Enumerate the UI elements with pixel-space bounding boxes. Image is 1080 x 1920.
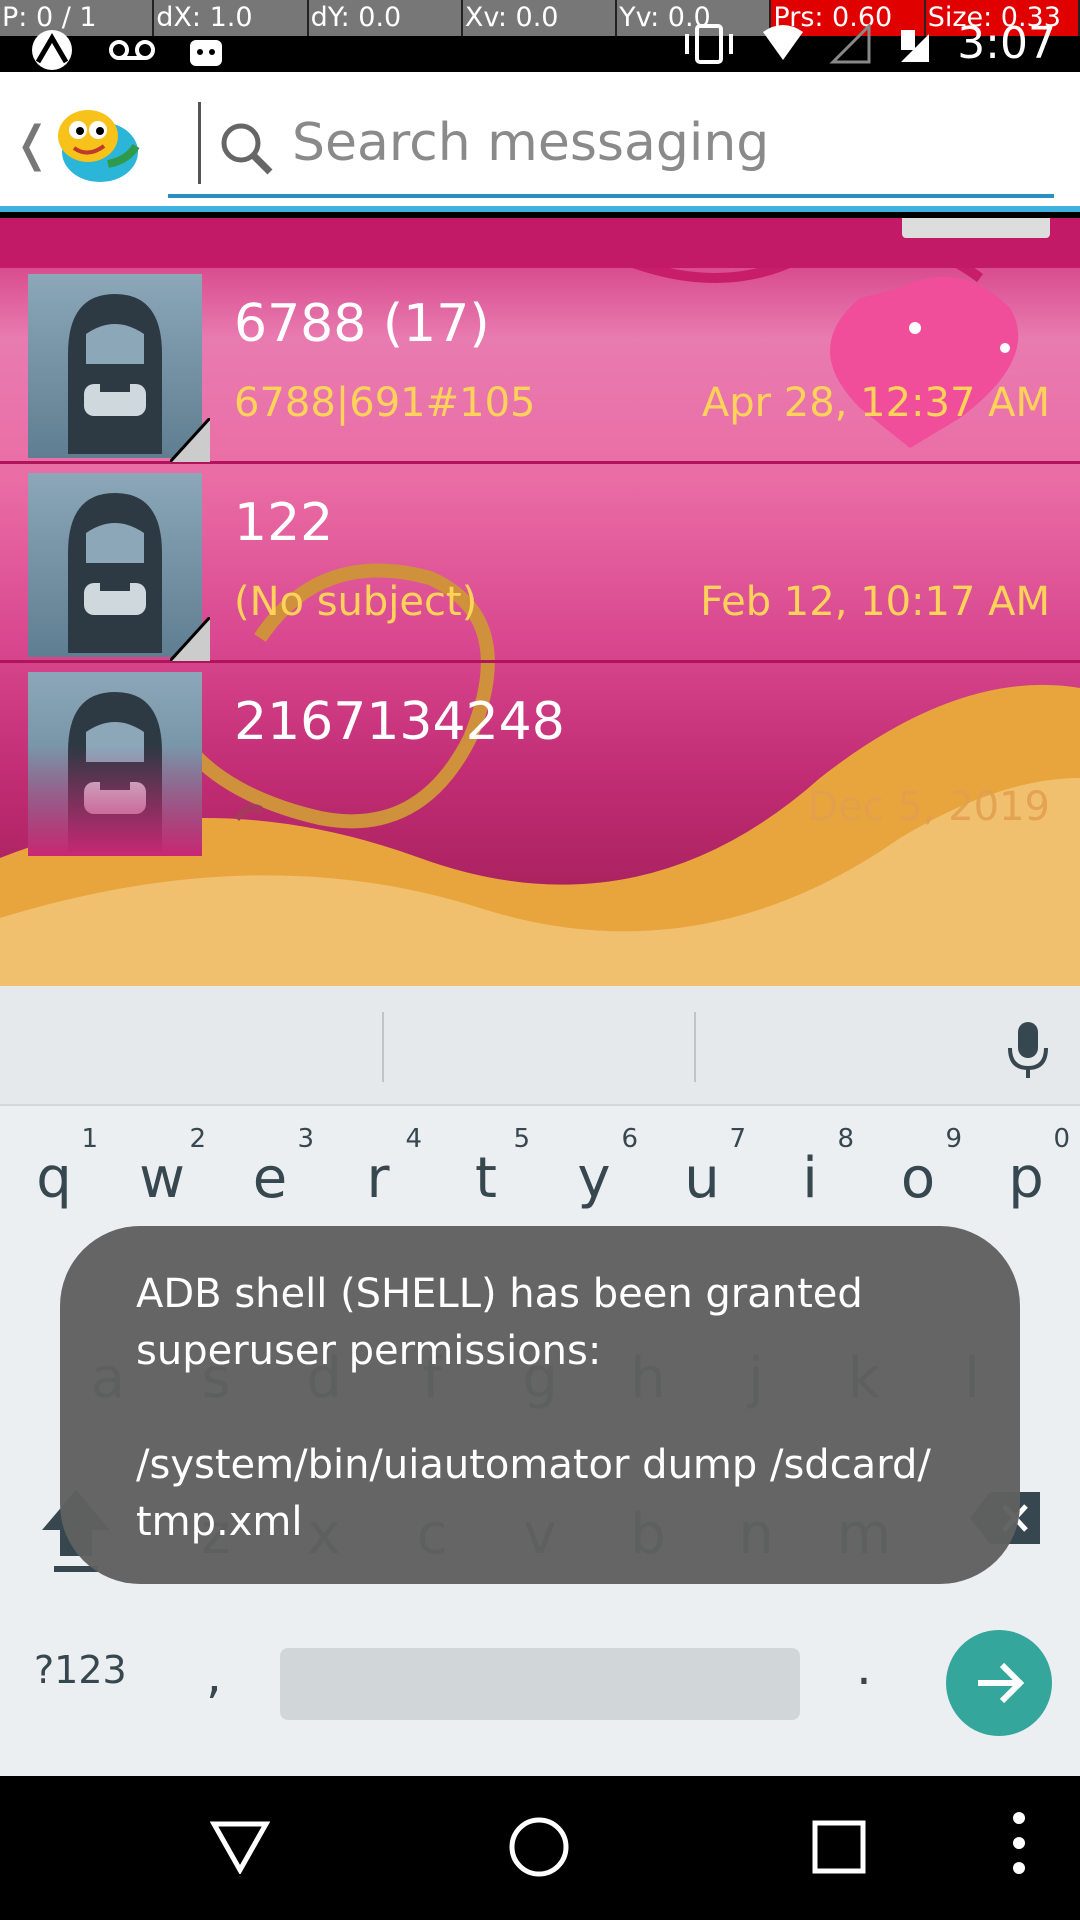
- overflow-menu-icon[interactable]: [1008, 1810, 1030, 1876]
- vibrate-icon: [685, 23, 734, 64]
- status-right-icons: 3:07: [681, 18, 1056, 69]
- conversation-list[interactable]: 6788 (17) 6788|691#105 Apr 28, 12:37 AM …: [0, 218, 1080, 986]
- avatar-corner-icon: [170, 617, 210, 661]
- suggestion-strip: [0, 986, 1080, 1106]
- key-p[interactable]: 0p: [972, 1124, 1080, 1250]
- nav-back-icon[interactable]: [210, 1818, 270, 1874]
- conversation-item[interactable]: 6788 (17) 6788|691#105 Apr 28, 12:37 AM: [0, 268, 1080, 464]
- nav-recents-icon[interactable]: [812, 1820, 866, 1874]
- app-bar: ❬: [0, 72, 1080, 212]
- symbols-key[interactable]: ?123: [34, 1648, 127, 1692]
- attachment-icon: [234, 804, 263, 821]
- toast-line: superuser permissions:: [136, 1328, 602, 1374]
- battery-icon: [901, 29, 930, 62]
- conversation-item[interactable]: 122 (No subject) Feb 12, 10:17 AM: [0, 467, 1080, 663]
- key-q[interactable]: 1q: [0, 1124, 108, 1250]
- status-left-icons: [26, 28, 226, 72]
- conversation-date: Dec 5, 2019: [807, 784, 1050, 830]
- search-input[interactable]: [292, 108, 1012, 178]
- text-cursor: [198, 102, 201, 184]
- search-bar[interactable]: [168, 102, 1054, 198]
- app-logo-icon[interactable]: [48, 94, 144, 190]
- conversation-date: Feb 12, 10:17 AM: [700, 579, 1050, 625]
- conversation-name: 122: [234, 493, 334, 553]
- arrow-right-icon: [978, 1662, 1025, 1704]
- comma-key[interactable]: ,: [206, 1646, 222, 1704]
- clock: 3:07: [957, 18, 1056, 69]
- nav-home-icon[interactable]: [508, 1816, 570, 1878]
- conversation-name: 6788 (17): [234, 294, 490, 354]
- period-key[interactable]: .: [856, 1638, 872, 1696]
- back-icon[interactable]: ❬: [12, 116, 52, 172]
- pointer-xv: Xv: 0.0: [462, 0, 618, 36]
- android-icon: [190, 40, 222, 66]
- navigation-bar: [0, 1776, 1080, 1920]
- microphone-icon[interactable]: [1006, 1020, 1050, 1080]
- toast-line: tmp.xml: [136, 1499, 303, 1545]
- toast-line: /system/bin/uiautomator dump /sdcard/: [136, 1442, 931, 1488]
- conversation-snippet: (No subject): [234, 579, 478, 625]
- pointer-dy: dY: 0.0: [308, 0, 463, 36]
- suggestion-divider: [382, 1012, 384, 1082]
- wifi-icon: [763, 24, 804, 60]
- toast-line: ADB shell (SHELL) has been granted: [136, 1271, 863, 1317]
- conversation-snippet: 6788|691#105: [234, 380, 536, 426]
- superuser-toast: ADB shell (SHELL) has been granted super…: [60, 1226, 1020, 1584]
- spacebar[interactable]: [280, 1648, 800, 1720]
- conversation-date: Apr 28, 12:37 AM: [701, 380, 1050, 426]
- list-tab-handle[interactable]: [902, 218, 1050, 238]
- voicemail-icon: [109, 40, 155, 60]
- conversation-item[interactable]: 2167134248 Dec 5, 2019: [0, 666, 1080, 862]
- cell-signal-icon: [829, 23, 871, 63]
- search-icon: [221, 123, 273, 175]
- notification-app-icon: [32, 30, 72, 70]
- go-button[interactable]: [946, 1630, 1052, 1736]
- contact-avatar-icon: [28, 672, 202, 856]
- avatar-corner-icon: [170, 418, 210, 462]
- conversation-name: 2167134248: [234, 692, 565, 752]
- suggestion-divider: [694, 1012, 696, 1082]
